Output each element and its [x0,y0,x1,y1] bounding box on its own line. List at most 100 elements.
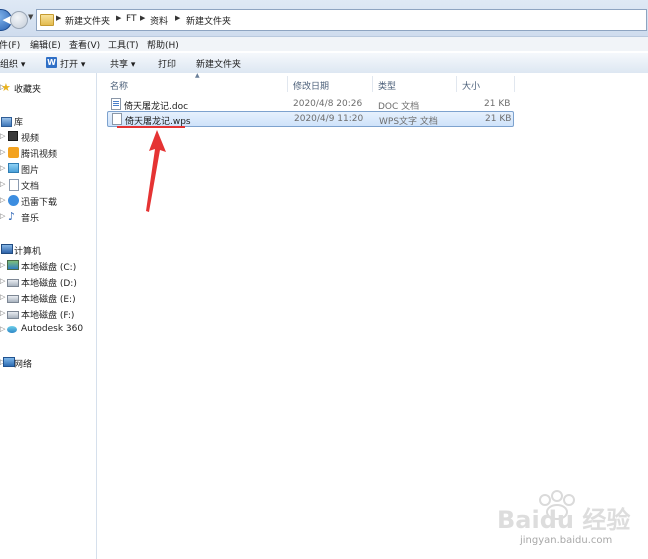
share-button[interactable]: 共享 ▾ [110,57,135,70]
breadcrumb-item[interactable]: 新建文件夹 [186,14,231,27]
navigation-pane: ▷ ★ 收藏夹 库 ▷ 视频 ▷ 腾讯视频 ▷ 图片 ▷ 文档 ▷ 迅雷下载 ▷… [0,73,97,559]
watermark-url: jingyan.baidu.com [520,535,613,546]
expand-icon[interactable]: ▷ [0,261,5,269]
expand-icon[interactable]: ▷ [0,309,5,317]
nav-autodesk-360[interactable]: ▷ Autodesk 360 [0,323,96,337]
nav-label: 计算机 [14,247,42,257]
print-button[interactable]: 打印 [158,57,176,70]
menu-file[interactable]: 件(F) [0,38,20,51]
nav-label: 迅雷下载 [21,198,58,208]
new-folder-button[interactable]: 新建文件夹 [196,57,241,70]
nav-label: 本地磁盘 (F:) [21,311,75,321]
nav-label: 网络 [14,360,33,370]
nav-label: 本地磁盘 (C:) [21,263,77,273]
file-row[interactable]: 倚天屠龙记.doc 2020/4/8 20:26 DOC 文档 21 KB [107,97,512,112]
expand-icon[interactable]: ▷ [0,325,5,333]
breadcrumb-item[interactable]: 新建文件夹 [65,14,110,27]
expand-icon[interactable]: ▷ [0,277,5,285]
command-bar: 组织 ▾ W 打开 ▾ 共享 ▾ 打印 新建文件夹 [0,52,648,74]
wps-open-icon: W [46,57,57,68]
nav-drive-d[interactable]: ▷ 本地磁盘 (D:) [0,275,96,289]
nav-label: 图片 [21,166,40,176]
nav-label: 视频 [21,134,40,144]
organize-button[interactable]: 组织 ▾ [0,57,25,70]
nav-label: Autodesk 360 [21,324,84,334]
hard-drive-icon [7,279,19,287]
hard-drive-icon [7,311,19,319]
folder-icon [40,14,54,26]
xunlei-icon [8,195,19,206]
address-bar-row: ◀ ▼ ▶ 新建文件夹 ▶ FT ▶ 资料 ▶ 新建文件夹 [0,0,648,37]
tencent-video-icon [8,147,19,158]
address-bar[interactable]: ▶ 新建文件夹 ▶ FT ▶ 资料 ▶ 新建文件夹 [36,9,647,31]
picture-icon [8,163,19,173]
expand-icon[interactable]: ▷ [0,148,5,156]
nav-label: 腾讯视频 [21,150,58,160]
sort-ascending-icon: ▲ [195,72,200,79]
nav-item-pictures[interactable]: ▷ 图片 [0,162,96,176]
forward-button[interactable] [10,11,28,29]
column-header-name[interactable]: 名称 [110,79,128,92]
nav-item-xunlei-downloads[interactable]: ▷ 迅雷下载 [0,194,96,208]
nav-libraries[interactable]: 库 [0,114,96,128]
computer-icon [1,244,13,254]
menu-help[interactable]: 帮助(H) [147,38,179,51]
column-divider[interactable] [456,76,457,92]
menu-bar: 件(F) 编辑(E) 查看(V) 工具(T) 帮助(H) [0,37,648,51]
expand-icon[interactable]: ▷ [0,196,5,204]
column-header-size[interactable]: 大小 [462,79,480,92]
doc-file-icon [111,98,121,110]
nav-label: 库 [14,118,24,128]
windows-drive-icon [7,260,19,270]
expand-icon[interactable]: ▷ [0,180,5,188]
breadcrumb-item[interactable]: FT [126,14,137,24]
chevron-right-icon[interactable]: ▶ [116,14,121,22]
nav-computer[interactable]: 计算机 [0,243,96,257]
breadcrumb-item[interactable]: 资料 [150,14,168,27]
file-modified: 2020/4/8 20:26 [293,99,363,109]
column-divider[interactable] [287,76,288,92]
column-divider[interactable] [514,76,515,92]
menu-view[interactable]: 查看(V) [69,38,100,51]
expand-icon[interactable]: ▷ [0,293,5,301]
nav-item-videos[interactable]: ▷ 视频 [0,130,96,144]
chevron-right-icon[interactable]: ▶ [175,14,180,22]
file-row-selected[interactable]: 倚天屠龙记.wps 2020/4/9 11:20 WPS文字 文档 21 KB [107,111,514,127]
expand-icon[interactable]: ▷ [0,132,5,140]
column-divider[interactable] [372,76,373,92]
nav-favorites[interactable]: ▷ ★ 收藏夹 [0,81,96,95]
nav-drive-e[interactable]: ▷ 本地磁盘 (E:) [0,291,96,305]
menu-tools[interactable]: 工具(T) [108,38,139,51]
file-size: 21 KB [484,99,511,109]
file-modified: 2020/4/9 11:20 [294,114,364,124]
file-list: ▲ 名称 修改日期 类型 大小 倚天屠龙记.doc 2020/4/8 20:26… [97,72,648,559]
nav-network[interactable]: ▷ 网络 [0,356,96,370]
nav-item-documents[interactable]: ▷ 文档 [0,178,96,192]
chevron-right-icon[interactable]: ▶ [56,14,61,22]
menu-edit[interactable]: 编辑(E) [30,38,61,51]
expand-icon[interactable]: ▷ [0,212,5,220]
nav-drive-f[interactable]: ▷ 本地磁盘 (F:) [0,307,96,321]
nav-label: 音乐 [21,214,40,224]
open-button[interactable]: 打开 ▾ [60,57,85,70]
nav-label: 本地磁盘 (E:) [21,295,76,305]
recent-pages-dropdown-icon[interactable]: ▼ [28,13,33,21]
expand-icon[interactable]: ▷ [0,164,5,172]
star-icon: ★ [1,81,11,94]
nav-label: 收藏夹 [14,85,42,95]
nav-item-tencent-video[interactable]: ▷ 腾讯视频 [0,146,96,160]
hard-drive-icon [7,295,19,303]
chevron-right-icon[interactable]: ▶ [140,14,145,22]
cloud-drive-icon [7,326,17,333]
nav-item-music[interactable]: ▷ ♪ 音乐 [0,210,96,224]
red-arrow-annotation [146,130,166,212]
column-header-type[interactable]: 类型 [378,79,396,92]
video-icon [8,131,18,141]
file-size: 21 KB [485,114,512,124]
column-header-modified[interactable]: 修改日期 [293,79,329,92]
nav-label: 本地磁盘 (D:) [21,279,77,289]
music-icon: ♪ [8,210,16,223]
nav-drive-c[interactable]: ▷ 本地磁盘 (C:) [0,259,96,273]
wps-file-icon [112,113,122,125]
file-type: WPS文字 文档 [379,117,438,127]
